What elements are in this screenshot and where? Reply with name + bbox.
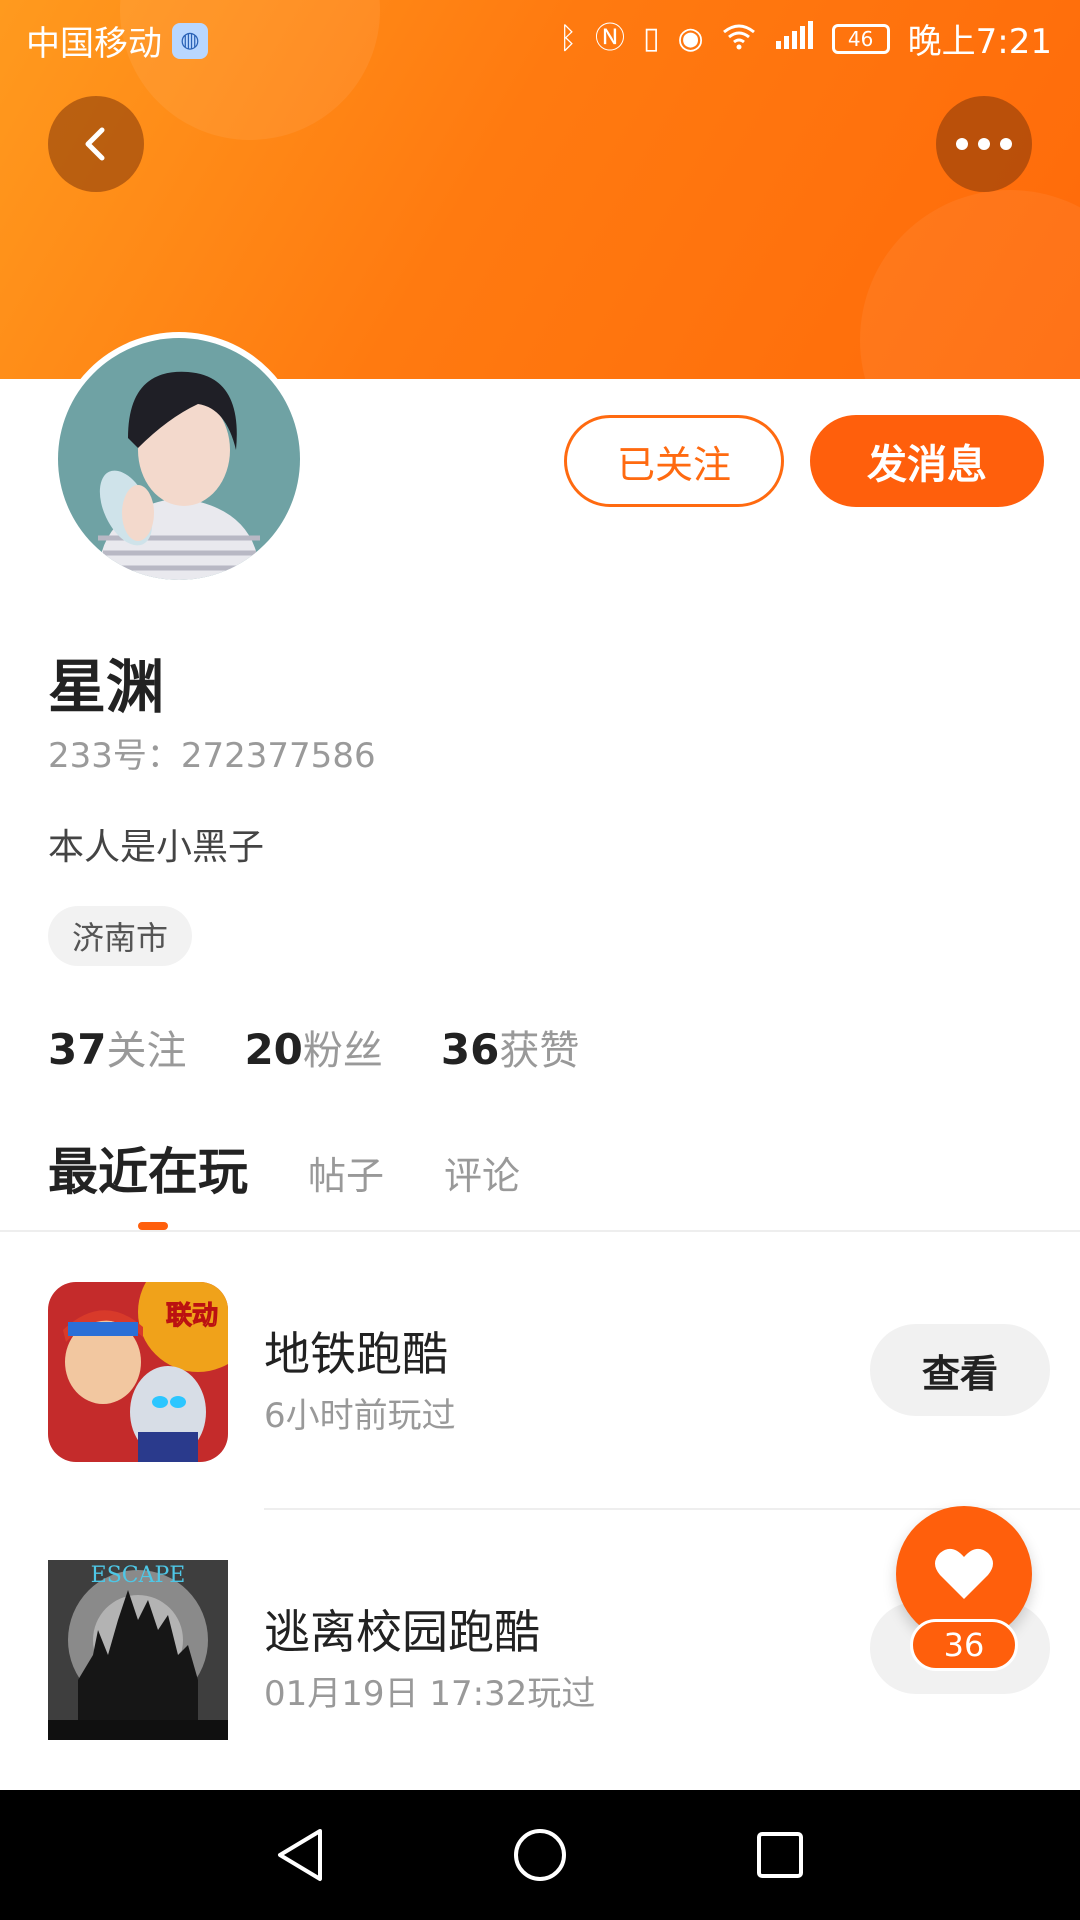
carrier-app-icon: ◍ <box>172 22 208 59</box>
game-name: 逃离校园跑酷 <box>264 1605 540 1659</box>
more-options-button[interactable] <box>936 96 1032 192</box>
nav-recents-button[interactable] <box>745 1820 815 1890</box>
stat-value: 20 <box>244 1025 303 1074</box>
divider <box>0 1230 1080 1232</box>
vibrate-icon: ▯ <box>642 20 660 56</box>
status-bar: 中国移动 ◍ ᛒ Ⓝ ▯ ◉ 46 晚上7:21 <box>0 0 1080 74</box>
location-tag: 济南市 <box>48 906 193 966</box>
game-played-time: 01月19日 17:32玩过 <box>264 1674 596 1714</box>
profile-tabs: 最近在玩 帖子 评论 <box>48 1132 520 1204</box>
avatar[interactable] <box>52 332 306 586</box>
triangle-back-icon <box>278 1829 322 1881</box>
profile-banner: 中国移动 ◍ ᛒ Ⓝ ▯ ◉ 46 晚上7:21 <box>0 0 1080 379</box>
back-button[interactable] <box>48 96 144 192</box>
system-navigation-bar <box>0 1790 1080 1920</box>
nav-back-button[interactable] <box>265 1820 335 1890</box>
game-icon: 联动 <box>48 1282 228 1462</box>
game-played-time: 6小时前玩过 <box>264 1396 456 1436</box>
active-tab-indicator <box>138 1222 168 1230</box>
battery-icon: 46 <box>831 23 890 54</box>
status-time: 晚上7:21 <box>907 22 1052 62</box>
game-icon-badge: 联动 <box>166 1301 218 1331</box>
tab-recently-played[interactable]: 最近在玩 <box>48 1132 248 1204</box>
like-count-badge: 36 <box>910 1619 1018 1671</box>
stat-fans[interactable]: 20 粉丝 <box>244 1018 382 1076</box>
following-button[interactable]: 已关注 <box>564 415 784 507</box>
stat-label: 粉丝 <box>302 1028 383 1074</box>
avatar-image <box>58 338 300 580</box>
nfc-icon: Ⓝ <box>594 20 625 56</box>
stat-value: 36 <box>440 1025 500 1074</box>
list-item[interactable]: 联动 地铁跑酷 6小时前玩过 查看 <box>48 1282 1050 1462</box>
status-icons: ᛒ Ⓝ ▯ ◉ 46 晚上7:21 <box>559 14 1052 63</box>
view-game-button[interactable]: 查看 <box>870 1324 1050 1416</box>
square-recents-icon <box>757 1832 803 1878</box>
circle-home-icon <box>514 1829 566 1881</box>
stat-label: 关注 <box>106 1028 187 1074</box>
stat-label: 获赞 <box>499 1028 580 1074</box>
carrier-info: 中国移动 ◍ <box>26 16 208 65</box>
more-dots-icon <box>956 138 1012 150</box>
stat-value: 37 <box>48 1025 107 1074</box>
heart-icon <box>935 1548 993 1599</box>
wifi-icon <box>722 22 756 56</box>
carrier-name: 中国移动 <box>26 24 162 64</box>
game-icon-badge: ESCAPE <box>91 1563 186 1588</box>
send-message-button[interactable]: 发消息 <box>810 415 1044 507</box>
bluetooth-icon: ᛒ <box>558 20 577 56</box>
banner-decoration <box>860 190 1080 379</box>
profile-name: 星渊 <box>48 653 165 721</box>
profile-stats: 37 关注 20 粉丝 36 获赞 <box>48 1018 579 1076</box>
game-icon: ESCAPE <box>48 1560 228 1740</box>
eye-comfort-icon: ◉ <box>677 20 704 56</box>
game-name: 地铁跑酷 <box>264 1327 448 1381</box>
profile-id: 233号：272377586 <box>48 736 376 776</box>
tab-posts[interactable]: 帖子 <box>308 1145 384 1200</box>
nav-home-button[interactable] <box>505 1820 575 1890</box>
profile-bio: 本人是小黑子 <box>48 827 265 868</box>
stat-following[interactable]: 37 关注 <box>48 1018 186 1076</box>
cellular-signal-icon <box>774 20 814 57</box>
tab-comments[interactable]: 评论 <box>444 1145 520 1200</box>
stat-likes[interactable]: 36 获赞 <box>441 1018 579 1076</box>
chevron-left-icon <box>85 127 105 161</box>
